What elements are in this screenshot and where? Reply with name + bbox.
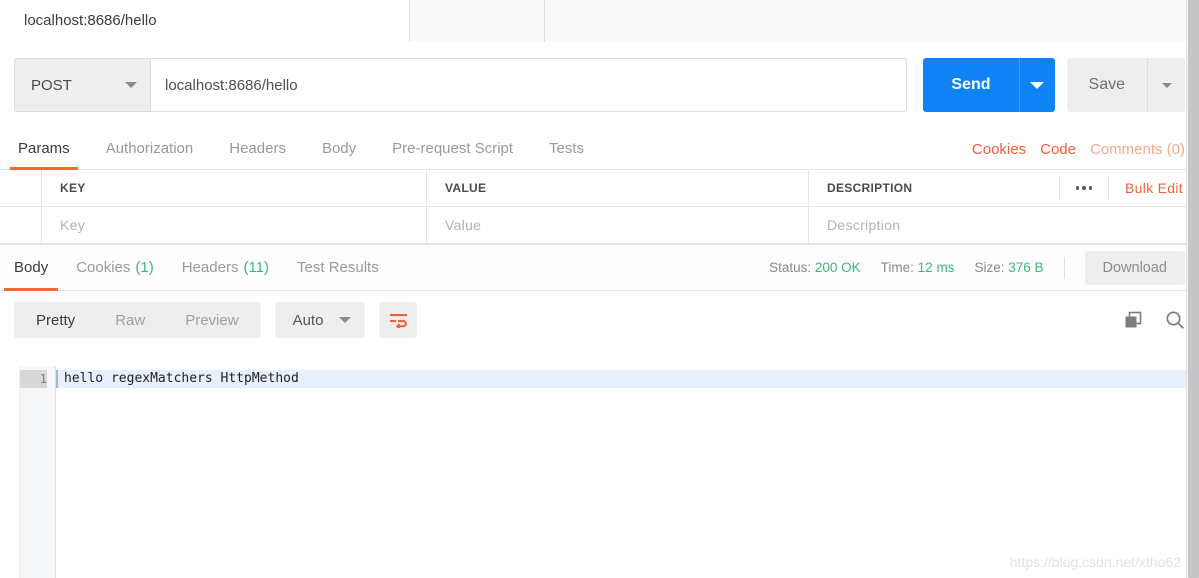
response-tab-body[interactable]: Body [0,245,62,291]
size-metric: Size: 376 B [974,260,1043,275]
response-tab-headers-count: (11) [243,259,270,276]
status-label: Status: [769,260,812,275]
params-header-key: KEY [42,170,427,206]
response-tab-test-results[interactable]: Test Results [283,245,393,291]
size-label: Size: [974,260,1005,275]
download-button[interactable]: Download [1084,250,1185,285]
response-tab-headers[interactable]: Headers (11) [168,245,283,291]
view-mode-preview[interactable]: Preview [165,302,258,338]
params-header-description-label: DESCRIPTION [827,181,913,195]
viewer-left-margin [0,366,20,578]
code-line: hello regexMatchers HttpMethod [56,370,1186,388]
response-body-code[interactable]: hello regexMatchers HttpMethod [56,366,1186,578]
size-value: 376 B [1008,260,1044,275]
response-body-toolbar: Pretty Raw Preview Auto [0,291,1199,349]
line-number-gutter: 1 [20,366,56,578]
word-wrap-toggle[interactable] [379,302,418,338]
chevron-down-icon [125,82,137,88]
save-options-button[interactable] [1147,58,1185,112]
tab-headers-label: Headers [229,140,286,157]
params-header-checkbox-cell [0,170,42,206]
search-button[interactable] [1165,310,1185,330]
tab-tests[interactable]: Tests [531,140,602,169]
tab-body[interactable]: Body [304,140,374,169]
chevron-down-icon [1030,81,1045,89]
http-method-label: POST [31,76,72,94]
params-header-description: DESCRIPTION Bulk Edit [809,170,1199,206]
search-icon [1166,311,1184,329]
response-tab-cookies[interactable]: Cookies (1) [62,245,168,291]
save-button[interactable]: Save [1066,58,1147,112]
params-description-input[interactable]: Description [809,207,1199,243]
response-meta-bar: Body Cookies (1) Headers (11) Test Resul… [0,245,1199,291]
view-mode-raw[interactable]: Raw [95,302,165,338]
request-tab-strip: localhost:8686/hello [0,0,1199,42]
params-table-row: Key Value Description [0,207,1199,244]
request-tab-label: localhost:8686/hello [24,12,157,29]
format-select[interactable]: Auto [274,302,366,338]
response-body-viewer: 1 hello regexMatchers HttpMethod [0,366,1186,578]
request-section-tabs: Params Authorization Headers Body Pre-re… [0,126,1199,170]
vertical-scrollbar[interactable] [1186,0,1199,578]
response-tab-body-label: Body [14,259,49,276]
params-row-checkbox-cell[interactable] [0,207,42,243]
url-bar: POST localhost:8686/hello Send Save [0,42,1199,126]
chevron-down-icon [339,317,352,323]
send-button[interactable]: Send [923,58,1019,112]
response-tab-headers-label: Headers [181,259,239,276]
line-number: 1 [20,370,47,388]
response-tab-cookies-count: (1) [135,259,154,276]
format-select-label: Auto [292,311,324,329]
more-options-icon[interactable] [1058,177,1109,199]
tab-authorization[interactable]: Authorization [88,140,212,169]
tab-headers[interactable]: Headers [211,140,304,169]
time-metric: Time: 12 ms [881,260,955,275]
tab-authorization-label: Authorization [105,140,194,157]
response-tabs-list: Body Cookies (1) Headers (11) Test Resul… [0,245,393,291]
request-tabs-links: Cookies Code Comments (0) [972,141,1185,169]
cookies-link[interactable]: Cookies [972,141,1026,158]
status-value: 200 OK [814,260,861,275]
metrics-divider [1063,256,1065,279]
send-options-button[interactable] [1018,58,1055,112]
response-body-actions [1124,310,1185,330]
params-header-value: VALUE [427,170,809,206]
view-mode-segmented-control: Pretty Raw Preview [14,302,261,338]
tab-params-label: Params [18,140,70,157]
params-key-input[interactable]: Key [42,207,427,243]
response-tab-test-results-label: Test Results [297,259,379,276]
tab-params[interactable]: Params [0,140,88,170]
tab-pre-request-script-label: Pre-request Script [392,140,514,157]
status-metric: Status: 200 OK [769,260,861,275]
copy-button[interactable] [1124,311,1143,330]
copy-icon [1125,311,1142,327]
view-mode-pretty[interactable]: Pretty [16,302,95,338]
params-table: KEY VALUE DESCRIPTION Bulk Edit Key Valu… [0,170,1199,245]
vertical-scrollbar-thumb[interactable] [1188,0,1199,578]
send-button-group: Send [923,58,1055,112]
response-metrics: Status: 200 OK Time: 12 ms Size: 376 B D… [769,250,1185,285]
comments-link[interactable]: Comments (0) [1090,141,1185,158]
tab-tests-label: Tests [549,140,585,157]
http-method-select[interactable]: POST [14,58,150,112]
word-wrap-icon [389,314,407,328]
save-button-group: Save [1066,58,1185,112]
code-link[interactable]: Code [1040,141,1076,158]
tab-pre-request-script[interactable]: Pre-request Script [374,140,531,169]
request-tab-strip-empty [545,0,1199,42]
chevron-down-icon [1161,82,1172,88]
url-input[interactable]: localhost:8686/hello [150,58,908,112]
params-table-header-row: KEY VALUE DESCRIPTION Bulk Edit [0,170,1199,207]
request-tab-active[interactable]: localhost:8686/hello [0,0,410,42]
url-input-value: localhost:8686/hello [165,76,298,94]
params-value-input[interactable]: Value [427,207,809,243]
request-tab-strip-gap [410,0,545,42]
time-value: 12 ms [917,260,955,275]
tab-body-label: Body [321,140,357,157]
time-label: Time: [880,260,914,275]
request-tabs-list: Params Authorization Headers Body Pre-re… [0,125,602,170]
response-tab-cookies-label: Cookies [76,259,131,276]
params-header-actions: Bulk Edit [1058,177,1199,199]
